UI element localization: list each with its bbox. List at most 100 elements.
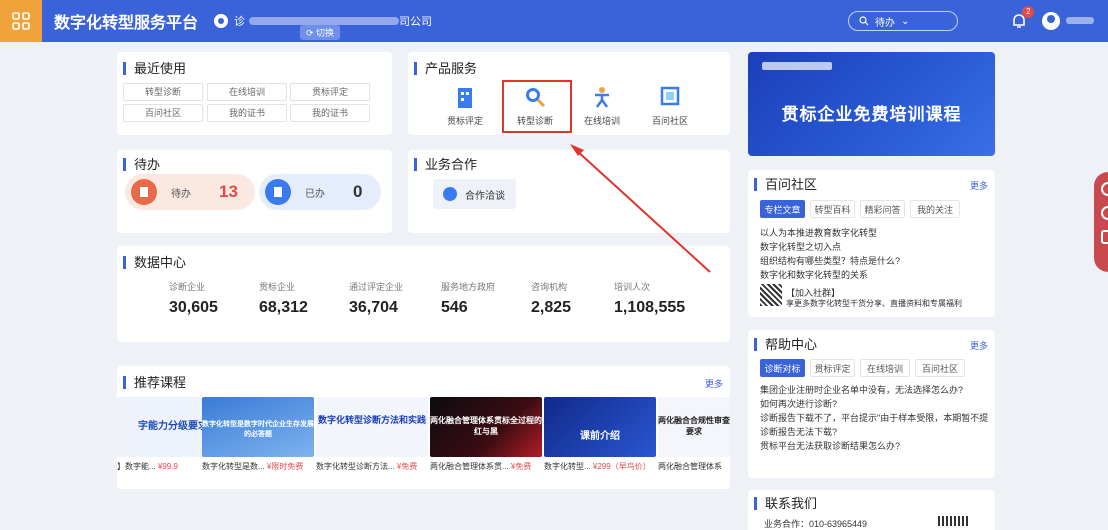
courses-more-link[interactable]: 更多 [705,377,723,390]
faq-link[interactable]: 贯标平台无法获取诊断结果怎么办? [760,439,900,452]
app-grid-button[interactable] [0,0,42,42]
promo-banner[interactable]: 贯标企业免费培训课程 [748,52,995,156]
product-qa-community[interactable]: 百问社区 [640,86,700,127]
course-card[interactable]: 数字化转型是数字时代企业生存发展的必答题 数字化转型是数... ¥限时免费 [202,397,314,472]
chat-icon[interactable] [1101,182,1108,196]
data-center-title: 数据中心 [123,256,186,269]
todo-pending-button[interactable]: 待办 13 [125,174,255,210]
person-icon [595,87,609,108]
user-name-redacted[interactable] [1066,17,1094,24]
customer-service-icon[interactable] [1101,206,1108,220]
course-price: ¥99.9 [157,462,178,471]
coop-label: 合作洽谈 [465,190,505,202]
tab-column-articles[interactable]: 专栏文章 [760,200,805,218]
switch-label: 切换 [316,28,335,38]
recent-item[interactable]: 在线培训 [207,83,287,101]
tab-following[interactable]: 我的关注 [910,200,960,218]
recent-item[interactable]: 转型诊断 [123,83,203,101]
product-standard-evaluation[interactable]: 贯标评定 [435,86,495,127]
course-card[interactable]: 两化融合合规性审查要求 两化融合管理体系 [658,397,730,472]
article-link[interactable]: 以人为本推进教育数字化转型 [760,226,877,239]
tab-training[interactable]: 在线培训 [860,359,910,377]
todo-done-label: 已办 [305,188,325,200]
faq-link[interactable]: 诊断报告无法下载? [760,425,837,438]
course-thumb-text: 数字化转型诊断方法和实践 [317,415,426,425]
stat-label: 贯标企业 [259,282,296,292]
recent-item[interactable]: 贯标评定 [290,83,370,101]
search-value: 待办 [875,17,895,29]
todo-done-button[interactable]: 已办 0 [259,174,381,210]
course-name: 】数字能... [117,462,156,471]
products-title: 产品服务 [414,62,477,75]
switch-company-button[interactable]: ⟳ 切换 [300,25,341,40]
contact-title: 联系我们 [754,497,817,510]
tab-qa[interactable]: 精彩问答 [860,200,905,218]
partner-logo [762,62,832,70]
article-link[interactable]: 数字化和数字化转型的关系 [760,268,868,281]
stat-item: 服务地方政府 546 [441,280,495,317]
contact-phone: 业务合作：010-63965449 [764,519,868,529]
community-card: 百问社区 更多 专栏文章 转型百科 精彩问答 我的关注 以人为本推进教育数字化转… [748,170,995,317]
article-link[interactable]: 组织结构有哪些类型？特点是什么? [760,254,900,267]
tab-diagnosis[interactable]: 诊断对标 [760,359,805,377]
stat-value: 546 [441,299,468,316]
recent-item[interactable]: 我的证书 [290,104,370,122]
product-online-training[interactable]: 在线培训 [572,86,632,127]
coop-button[interactable]: 合作洽谈 [433,179,516,209]
faq-link[interactable]: 集团企业注册时企业名单中没有，无法选择怎么办? [760,383,963,396]
user-avatar[interactable] [1042,12,1060,30]
highlight-box [502,80,572,133]
course-caption: 数字化转型诊断方法... ¥免费 [316,461,428,472]
courses-title: 推荐课程 [123,376,186,389]
faq-link[interactable]: 诊断报告下载不了，平台提示"由于样本受限，本期暂不提供该行... [760,411,988,424]
article-link[interactable]: 数字化转型之切入点 [760,240,841,253]
course-name: 数字化转型是数... [202,462,265,471]
recent-title: 最近使用 [123,62,186,75]
document-icon [131,179,157,205]
course-card[interactable]: 数字化转型诊断方法和实践 数字化转型诊断方法... ¥免费 [316,397,428,472]
course-name: 数字化转型... [544,462,591,471]
help-title: 帮助中心 [754,338,817,351]
course-caption: 数字化转型是数... ¥限时免费 [202,461,314,472]
recent-card: 最近使用 转型诊断 在线培训 贯标评定 百问社区 我的证书 我的证书 [117,52,392,135]
tab-encyclopedia[interactable]: 转型百科 [810,200,855,218]
product-label: 贯标评定 [446,116,483,126]
company-suffix: 司公司 [399,16,433,28]
stat-value: 68,312 [259,299,308,316]
course-thumb-text: 课前介绍 [580,431,620,442]
qr-code-icon [938,516,968,526]
help-more-link[interactable]: 更多 [970,339,988,352]
tab-community[interactable]: 百问社区 [915,359,965,377]
data-center-card: 数据中心 诊断企业 30,605 贯标企业 68,312 通过评定企业 36,704 … [117,246,730,342]
course-name: 数字化转型诊断方法... [316,462,395,471]
company-prefix: 诊 [234,16,246,28]
community-more-link[interactable]: 更多 [970,179,988,192]
video-icon[interactable] [1101,230,1108,244]
search-input[interactable]: 待办 ⌄ [848,11,958,31]
stat-label: 通过评定企业 [349,282,404,292]
coop-title: 业务合作 [414,158,477,171]
course-card[interactable]: 课前介绍 数字化转型... ¥299（早鸟价） [544,397,656,472]
todo-pending-label: 待办 [171,188,191,200]
course-price: ¥免费 [510,462,532,471]
course-card[interactable]: 两化融合管理体系贯标全过程的红与黑 两化融合管理体系贯... ¥免费 [430,397,542,472]
company-icon [214,14,229,28]
course-thumbnail: 两化融合管理体系贯标全过程的红与黑 [430,397,542,457]
course-thumb-text: 数字化转型是数字时代企业生存发展的必答题 [202,421,314,438]
course-thumb-text: 两化融合合规性审查要求 [658,416,730,436]
recent-item[interactable]: 百问社区 [123,104,203,122]
community-title: 百问社区 [754,178,817,191]
recent-item[interactable]: 我的证书 [207,104,287,122]
todo-title: 待办 [123,158,160,171]
chevron-down-icon: ⌄ [901,15,910,27]
stat-item: 通过评定企业 36,704 [349,280,403,317]
tab-evaluation[interactable]: 贯标评定 [810,359,855,377]
course-price: ¥299（早鸟价） [592,462,651,471]
stat-value: 36,704 [349,299,398,316]
stat-item: 诊断企业 30,605 [169,280,218,317]
faq-link[interactable]: 如何再次进行诊断? [760,397,837,410]
chat-icon [443,187,457,201]
stat-item: 培训人次 1,108,555 [614,280,685,317]
course-price: ¥限时免费 [266,462,304,471]
contact-card: 联系我们 业务合作：010-63965449 [748,490,995,530]
